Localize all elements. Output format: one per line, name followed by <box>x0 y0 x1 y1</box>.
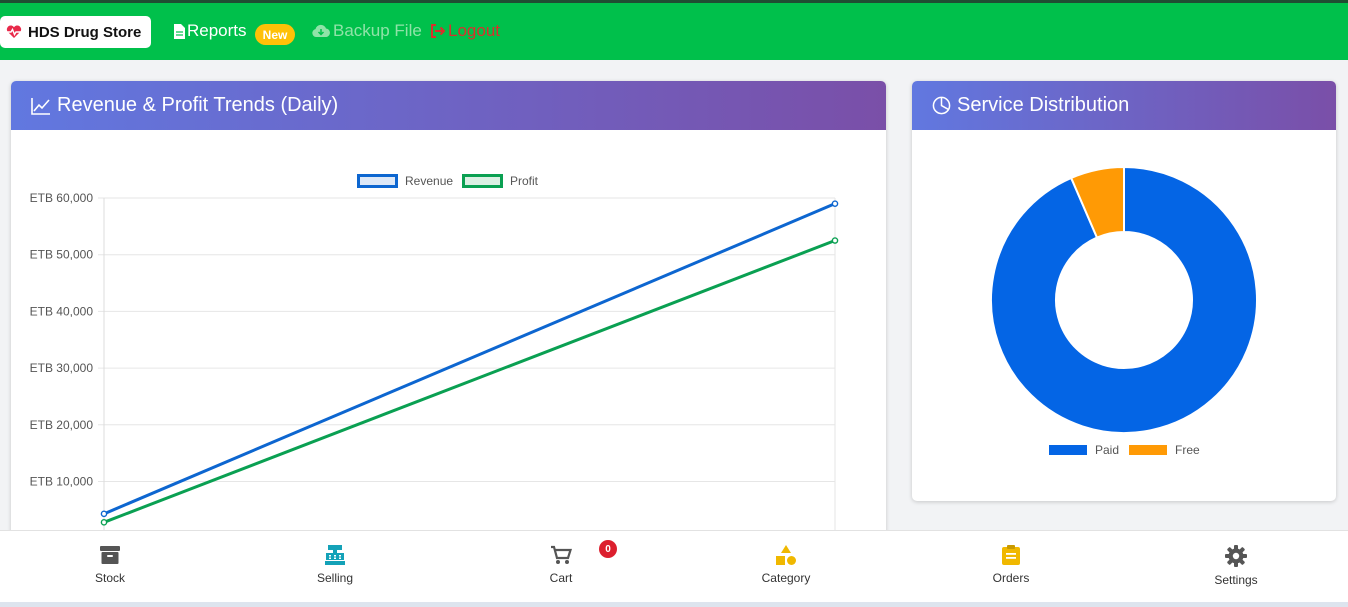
service-card-header: Service Distribution <box>912 81 1336 130</box>
data-point-profit <box>100 519 108 526</box>
y-tick-label: ETB 10,000 <box>30 475 94 489</box>
service-distribution-card: Service Distribution Paid Free <box>912 81 1336 501</box>
data-point-revenue <box>100 510 108 518</box>
bottom-nav-orders[interactable]: Orders <box>961 545 1061 585</box>
revenue-card-header: Revenue & Profit Trends (Daily) <box>11 81 886 130</box>
series-line-revenue <box>103 202 836 516</box>
bottom-navbar: Stock Selling Cart 0 Category Orders Set… <box>0 530 1348 602</box>
legend-swatch <box>357 174 398 188</box>
legend-label: Revenue <box>405 174 453 188</box>
pie-chart-icon <box>932 96 951 115</box>
legend-swatch <box>1129 445 1167 455</box>
nav-backup-link[interactable]: Backup File <box>311 21 422 41</box>
service-distribution-doughnut-chart: Paid Free <box>990 165 1258 457</box>
nav-reports-label: Reports <box>187 21 247 40</box>
cart-icon <box>551 545 572 564</box>
clipboard-icon <box>1002 545 1020 565</box>
revenue-profit-card: Revenue & Profit Trends (Daily) ETB 60,0… <box>11 81 886 551</box>
legend-swatch <box>462 174 503 188</box>
bottom-nav-stock[interactable]: Stock <box>60 545 160 585</box>
new-badge: New <box>255 24 295 45</box>
bottom-nav-stock-label: Stock <box>94 571 125 585</box>
nav-logout-label: Logout <box>448 21 500 40</box>
nav-backup-label: Backup File <box>333 21 422 40</box>
archive-icon <box>100 546 120 564</box>
bottom-nav-settings-label: Settings <box>1214 573 1258 587</box>
legend-label: Profit <box>510 174 539 188</box>
sign-out-icon <box>431 24 446 38</box>
gear-icon <box>1225 545 1247 567</box>
data-point-profit <box>831 237 839 244</box>
legend-swatch <box>1049 445 1087 455</box>
bottom-nav-cart[interactable]: Cart <box>511 545 611 585</box>
y-tick-label: ETB 50,000 <box>30 248 94 262</box>
file-icon <box>174 23 185 39</box>
bottom-strip <box>0 602 1348 607</box>
y-tick-label: ETB 40,000 <box>30 304 94 318</box>
y-tick-label: ETB 60,000 <box>30 191 94 205</box>
bottom-nav-settings[interactable]: Settings <box>1186 545 1286 587</box>
bottom-nav-category[interactable]: Category <box>736 545 836 585</box>
series-line-profit <box>103 239 836 524</box>
cart-count-badge: 0 <box>599 540 617 558</box>
top-navbar: HDS Drug Store Reports New Backup File L… <box>0 0 1348 60</box>
data-point-revenue <box>831 200 839 207</box>
cloud-download-icon <box>312 24 330 37</box>
shapes-icon <box>776 545 796 565</box>
revenue-profit-line-chart: ETB 60,000 ETB 50,000 ETB 40,000 ETB 30,000… <box>30 174 839 551</box>
bottom-nav-selling-label: Selling <box>316 571 354 585</box>
legend-label: Paid <box>1095 443 1119 457</box>
heartbeat-icon <box>6 25 22 38</box>
bottom-nav-category-label: Category <box>761 571 811 585</box>
bottom-nav-cart-label: Cart <box>549 571 573 585</box>
brand-name: HDS Drug Store <box>28 23 142 41</box>
bottom-nav-selling[interactable]: Selling <box>285 545 385 585</box>
nav-reports-link[interactable]: Reports <box>173 21 247 41</box>
y-tick-label: ETB 20,000 <box>30 418 94 432</box>
y-tick-label: ETB 30,000 <box>30 361 94 375</box>
service-card-title: Service Distribution <box>957 94 1130 116</box>
line-chart-icon <box>31 97 50 115</box>
cash-register-icon <box>325 545 345 565</box>
revenue-card-title: Revenue & Profit Trends (Daily) <box>57 94 339 116</box>
legend-label: Free <box>1175 443 1200 457</box>
nav-logout-link[interactable]: Logout <box>430 21 500 41</box>
brand-button[interactable]: HDS Drug Store <box>0 16 151 48</box>
bottom-nav-orders-label: Orders <box>992 571 1030 585</box>
